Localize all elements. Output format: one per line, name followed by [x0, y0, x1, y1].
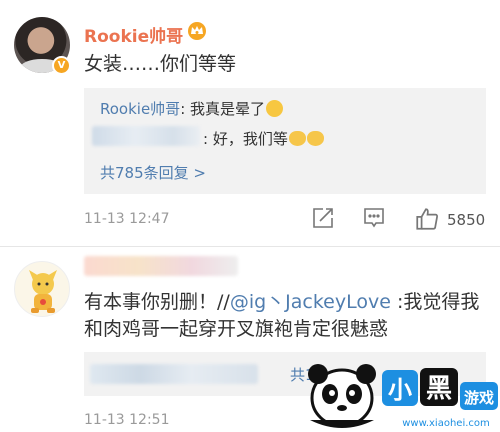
comment-author[interactable]: Rookie帅哥: [84, 22, 183, 47]
comment-icon[interactable]: [362, 206, 386, 230]
svg-text:黑: 黑: [426, 374, 452, 404]
reply-box[interactable]: Rookie帅哥: 我真是晕了 : 好，我们等 共785条回复 >: [84, 88, 486, 194]
divider: [0, 246, 500, 247]
comment-text-part: 有本事你别删！//: [84, 291, 230, 313]
laughing-emoji-icon: [266, 100, 284, 117]
comment-text: 有本事你别删！//@ig丶JackeyLove :我觉得我和肉鸡哥一起穿开叉旗袍…: [84, 289, 494, 343]
comment-time: 11-13 12:51: [84, 412, 170, 428]
reply-text: : 好，我们等: [203, 130, 288, 148]
svg-text:www.xiaohei.com: www.xiaohei.com: [402, 418, 490, 429]
like-count: 5850: [447, 211, 486, 229]
blurred-username: [92, 126, 200, 146]
reply-item: Rookie帅哥: 我真是晕了: [100, 98, 284, 119]
cat-emoji-icon: [288, 131, 306, 146]
cartoon-avatar-icon: [29, 270, 57, 313]
more-replies-link[interactable]: 共785条回复 >: [100, 162, 206, 183]
blurred-reply: [90, 364, 258, 384]
comment-time: 11-13 12:47: [84, 211, 170, 227]
avatar[interactable]: [14, 261, 70, 317]
thumbs-up-icon[interactable]: [414, 206, 440, 232]
verified-badge-icon: V: [52, 56, 71, 75]
crown-icon: [188, 22, 206, 40]
blurred-username[interactable]: [84, 256, 238, 276]
reply-item: : 好，我们等: [203, 128, 324, 149]
reply-author[interactable]: Rookie帅哥: [100, 100, 180, 118]
mention-link[interactable]: @ig丶JackeyLove: [230, 291, 391, 313]
svg-text:小: 小: [388, 376, 412, 404]
site-watermark-logo: 小 黑 游戏 www.xiaohei.com: [308, 364, 498, 429]
comment-text: 女装……你们等等: [84, 53, 237, 75]
share-icon[interactable]: [311, 206, 335, 230]
svg-text:游戏: 游戏: [464, 389, 494, 407]
cat-emoji-icon: [306, 131, 324, 146]
reply-text: : 我真是晕了: [180, 100, 266, 118]
